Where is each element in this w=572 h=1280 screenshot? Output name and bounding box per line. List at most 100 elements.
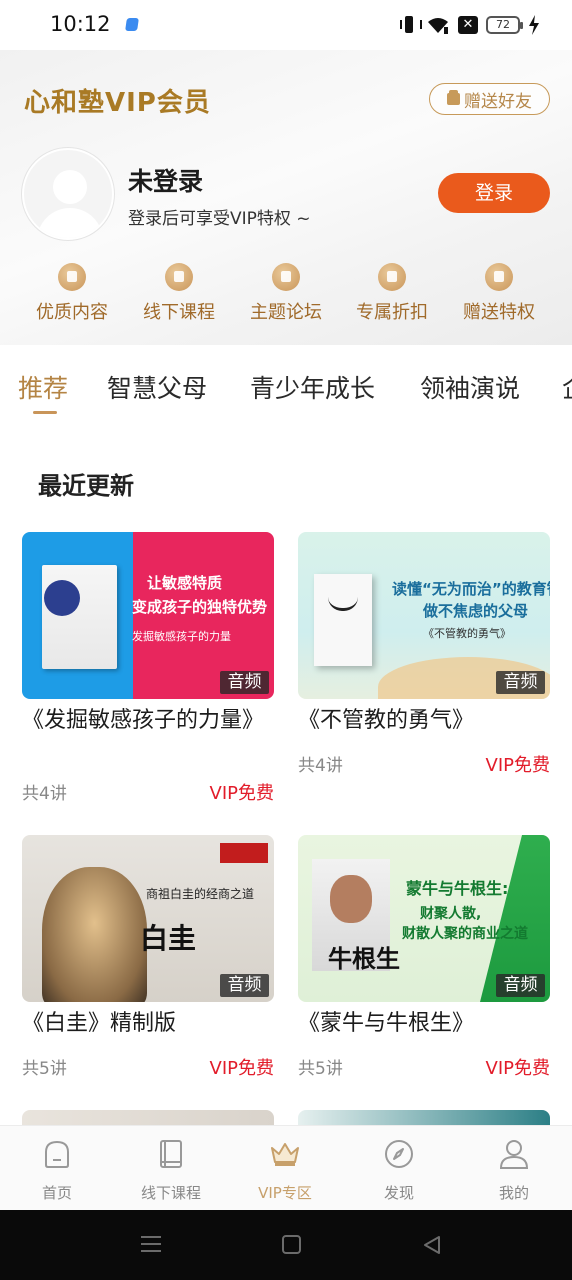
app-notification-icon — [125, 18, 139, 31]
tab-more-partial[interactable]: 企 — [562, 369, 572, 405]
perk-label: 优质内容 — [36, 302, 108, 323]
tab-recommended[interactable]: 推荐 — [18, 369, 68, 405]
vip-free-label: VIP免费 — [209, 1058, 274, 1079]
discount-tag-icon — [378, 263, 406, 291]
cover-text: 牛根生 — [328, 944, 400, 973]
category-tabs: 推荐 智慧父母 青少年成长 领袖演说 企 — [0, 345, 572, 415]
course-card[interactable]: 读懂“无为而治”的教育智慧 做不焦虑的父母 《不管教的勇气》 音频 《不管教的勇… — [298, 532, 550, 812]
nav-offline-course[interactable]: 线下课程 — [114, 1138, 228, 1203]
course-title: 《发掘敏感孩子的力量》 — [22, 708, 265, 733]
status-time: 10:12 — [50, 12, 111, 36]
active-tab-indicator — [33, 411, 57, 414]
portrait-illustration — [42, 867, 147, 1002]
course-cover: 让敏感特质 变成孩子的独特优势 发掘敏感孩子的力量 音频 — [22, 532, 274, 699]
cover-text: 让敏感特质 — [147, 574, 223, 592]
document-icon — [58, 263, 86, 291]
perk-gift-privilege[interactable]: 赠送特权 — [449, 260, 549, 324]
book-cover-art — [42, 565, 117, 669]
perk-label: 线下课程 — [143, 302, 215, 323]
course-title: 《白圭》精制版 — [22, 1011, 177, 1036]
course-card[interactable]: 商祖白圭的经商之道 白圭 音频 《白圭》精制版 共5讲 VIP免费 — [22, 835, 274, 1085]
person-icon — [499, 1140, 529, 1169]
home-icon — [45, 1140, 69, 1168]
user-subtitle: 登录后可享受VIP特权 ~ — [128, 209, 311, 229]
avatar-head — [53, 170, 87, 204]
avatar[interactable] — [22, 148, 114, 240]
cover-text: 读懂“无为而治”的教育智慧 — [392, 580, 550, 598]
page-title: 心和塾VIP会员 — [24, 88, 211, 118]
tab-wise-parents[interactable]: 智慧父母 — [107, 369, 207, 405]
cover-text: 蒙牛与牛根生: — [406, 879, 509, 898]
avatar-body — [37, 208, 103, 238]
book-cover-art — [314, 574, 372, 666]
perk-offline-course[interactable]: 线下课程 — [129, 260, 229, 324]
cover-text: 《不管教的勇气》 — [423, 627, 511, 640]
audio-badge: 音频 — [220, 974, 269, 997]
course-card[interactable]: 让敏感特质 变成孩子的独特优势 发掘敏感孩子的力量 音频 《发掘敏感孩子的力量》… — [22, 532, 274, 812]
cover-text: 财聚人散, — [420, 906, 482, 922]
audio-badge: 音频 — [496, 974, 545, 997]
nav-mine[interactable]: 我的 — [457, 1138, 571, 1203]
lesson-count: 共4讲 — [298, 756, 343, 776]
perk-label: 专属折扣 — [356, 302, 428, 323]
portrait-illustration — [330, 875, 372, 923]
charging-icon — [529, 15, 539, 35]
vip-free-label: VIP免费 — [209, 783, 274, 804]
tab-youth-growth[interactable]: 青少年成长 — [250, 369, 375, 405]
perk-quality-content[interactable]: 优质内容 — [22, 260, 122, 324]
vip-free-label: VIP免费 — [485, 755, 550, 776]
course-title: 《不管教的勇气》 — [298, 708, 475, 733]
chat-bubble-icon — [272, 263, 300, 291]
cover-text: 商祖白圭的经商之道 — [146, 887, 255, 901]
lesson-count: 共5讲 — [298, 1059, 343, 1079]
back-icon[interactable] — [421, 1234, 443, 1256]
seal-stamp — [220, 843, 268, 863]
course-title: 《蒙牛与牛根生》 — [298, 1011, 475, 1036]
lesson-count: 共5讲 — [22, 1059, 67, 1079]
crown-icon — [271, 1143, 299, 1166]
close-box-icon: ✕ — [458, 16, 478, 34]
nav-label: 我的 — [498, 1184, 529, 1202]
audio-badge: 音频 — [496, 671, 545, 694]
cover-text: 白圭 — [140, 922, 197, 955]
vip-perks: 优质内容 线下课程 主题论坛 专属折扣 赠送特权 — [0, 260, 572, 330]
battery-icon: 72 — [486, 16, 523, 34]
cover-text: 变成孩子的独特优势 — [132, 598, 268, 616]
gift-friend-label: 赠送好友 — [464, 91, 532, 112]
user-name: 未登录 — [128, 167, 204, 196]
vibrate-icon — [400, 15, 422, 35]
paper-plane-icon — [165, 263, 193, 291]
login-button[interactable]: 登录 — [438, 173, 550, 213]
course-cover: 读懂“无为而治”的教育智慧 做不焦虑的父母 《不管教的勇气》 音频 — [298, 532, 550, 699]
nav-vip-zone[interactable]: VIP专区 — [228, 1138, 342, 1203]
status-icons: ✕ 72 — [400, 14, 540, 36]
gift-friend-button[interactable]: 赠送好友 — [429, 83, 550, 115]
perk-label: 赠送特权 — [463, 302, 535, 323]
tab-leadership-speech[interactable]: 领袖演说 — [420, 369, 520, 405]
course-card[interactable]: 蒙牛与牛根生: 财聚人散, 财散人聚的商业之道 牛根生 音频 《蒙牛与牛根生》 … — [298, 835, 550, 1085]
course-cover: 蒙牛与牛根生: 财聚人散, 财散人聚的商业之道 牛根生 音频 — [298, 835, 550, 1002]
vip-header: 心和塾VIP会员 赠送好友 未登录 登录后可享受VIP特权 ~ 登录 优质内容 … — [0, 50, 572, 345]
nav-home[interactable]: 首页 — [0, 1138, 114, 1203]
recent-apps-icon[interactable] — [141, 1236, 161, 1254]
system-navigation-bar — [0, 1210, 572, 1280]
nav-label: 发现 — [383, 1184, 414, 1202]
cover-text: 做不焦虑的父母 — [423, 602, 529, 620]
status-bar: 10:12 ✕ 72 — [0, 0, 572, 50]
wifi-icon — [428, 18, 448, 34]
book-icon — [160, 1140, 182, 1168]
perk-discount[interactable]: 专属折扣 — [342, 260, 442, 324]
audio-badge: 音频 — [220, 671, 269, 694]
gift-icon — [447, 90, 460, 105]
nav-label: 线下课程 — [140, 1184, 201, 1202]
nav-label: 首页 — [41, 1184, 72, 1202]
home-button-icon[interactable] — [282, 1235, 301, 1254]
perk-forum[interactable]: 主题论坛 — [236, 260, 336, 324]
section-title: 最近更新 — [38, 472, 134, 500]
bottom-navigation: 首页 线下课程 VIP专区 发现 我的 — [0, 1125, 572, 1210]
vip-free-label: VIP免费 — [485, 1058, 550, 1079]
nav-discover[interactable]: 发现 — [342, 1138, 456, 1203]
cover-text: 发掘敏感孩子的力量 — [132, 630, 231, 643]
perk-label: 主题论坛 — [250, 302, 322, 323]
course-cover: 商祖白圭的经商之道 白圭 音频 — [22, 835, 274, 1002]
